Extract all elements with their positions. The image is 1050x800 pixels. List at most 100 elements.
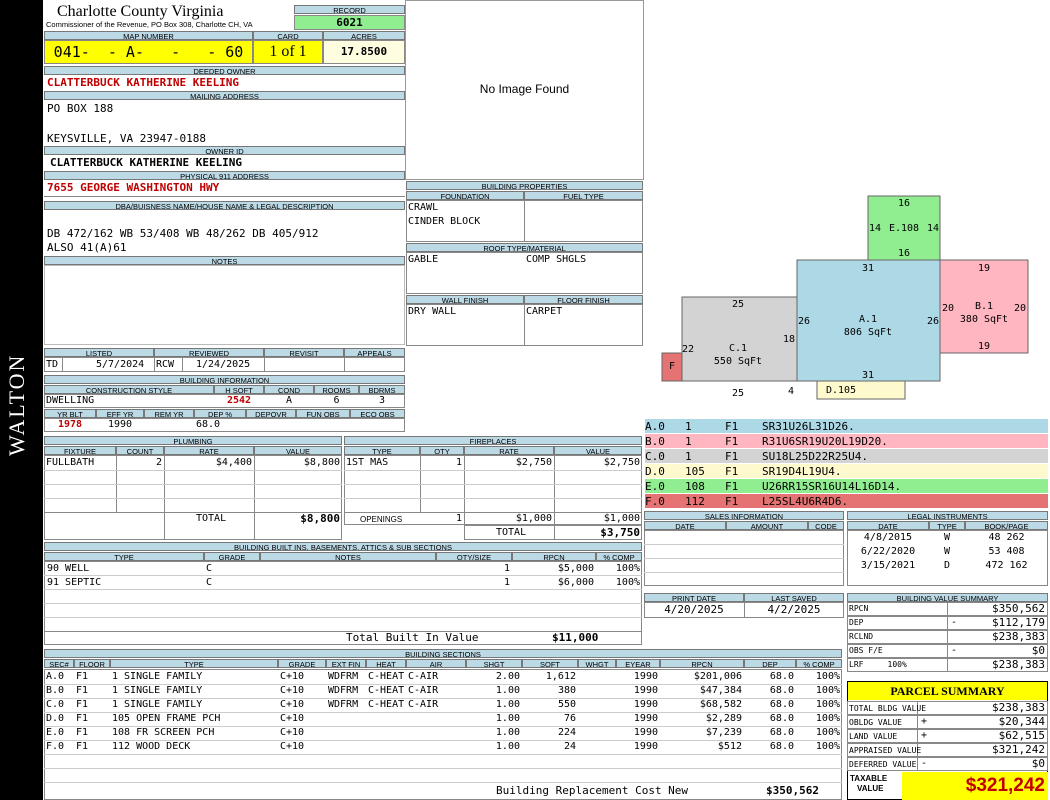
builtin-comp-2: 100% — [615, 577, 640, 588]
value-summary-label: LRF 100% — [849, 660, 907, 669]
section-cell: 68.0 — [769, 671, 794, 682]
value-summary-label: RPCN — [849, 604, 869, 613]
dim-c-top: 25 — [732, 299, 744, 310]
section-cell: D.0 — [46, 713, 65, 724]
builtins-title: BUILDING BUILT INS, BASEMENTS, ATTICS & … — [44, 542, 642, 551]
section-cell: 1 SINGLE FAMILY — [112, 671, 203, 682]
dim-c-four: 4 — [788, 386, 794, 397]
wall-finish-label: WALL FINISH — [406, 295, 524, 304]
sketch-legend-fl: F1 — [725, 495, 739, 508]
dim-a-top: 31 — [862, 263, 874, 274]
section-b-area: 380 SqFt — [960, 314, 1008, 325]
dim-e-right: 14 — [927, 223, 939, 234]
section-cell: C+10 — [280, 727, 305, 738]
section-cell: $2,289 — [705, 713, 742, 724]
sketch-legend-desc: SR31U26L31D26. — [762, 420, 855, 433]
section-cell: 1990 — [633, 727, 658, 738]
taxable-value: $321,242 — [902, 772, 1048, 800]
section-cell: 24 — [563, 741, 576, 752]
district-name: WALTON — [4, 353, 29, 457]
builtin-rpcn-2: $6,000 — [557, 577, 594, 588]
sketch-legend-code: E.0 — [645, 480, 665, 493]
dim-b-bottom: 19 — [978, 341, 990, 352]
section-cell: 1.00 — [495, 713, 520, 724]
section-cell: $201,006 — [693, 671, 742, 682]
sketch-legend-code: D.0 — [645, 465, 665, 478]
building-properties-title: BUILDING PROPERTIES — [406, 181, 643, 190]
section-a-label: A.1 — [859, 314, 877, 325]
legal-date-2: 6/22/2020 — [860, 546, 916, 557]
notes-area — [44, 265, 405, 345]
legal-title: LEGAL INSTRUMENTS — [847, 511, 1048, 520]
section-cell: 1990 — [633, 671, 658, 682]
section-cell: WDFRM — [328, 699, 359, 710]
builtin-grade-header: GRADE — [204, 552, 260, 561]
section-cell: 68.0 — [769, 727, 794, 738]
section-cell: C.0 — [46, 699, 65, 710]
brcn-label: Building Replacement Cost New — [496, 784, 689, 797]
row-divider — [44, 754, 842, 755]
year-built: 1978 — [57, 419, 83, 430]
section-header: FLOOR — [74, 659, 110, 668]
section-cell: C-HEAT — [368, 685, 405, 696]
divider — [947, 658, 948, 672]
sketch-legend-num: 1 — [685, 420, 692, 433]
section-cell: C-AIR — [408, 671, 439, 682]
plumbing-rate-header: RATE — [164, 446, 254, 455]
dim-c-bottom: 25 — [732, 388, 744, 399]
condition: A — [285, 395, 293, 406]
sketch-legend-row: B.0 1 F1 R31U6SR19U20L19D20. — [645, 433, 1048, 448]
plumbing-value: $8,800 — [303, 457, 340, 468]
openings-value: $1,000 — [603, 513, 640, 524]
building-sections-title: BUILDING SECTIONS — [44, 649, 842, 658]
mailing-line-2: KEYSVILLE, VA 23947-0188 — [47, 132, 206, 145]
dim-a-left: 26 — [798, 316, 810, 327]
sketch-legend-fl: F1 — [725, 465, 739, 478]
sketch-legend-num: 105 — [685, 465, 705, 478]
section-cell: WDFRM — [328, 685, 359, 696]
sketch-legend-code: F.0 — [645, 495, 665, 508]
legal-book-header: BOOK/PAGE — [965, 521, 1048, 530]
building-sketch: 31 31 26 26 A.1 806 SqFt 19 19 20 20 B.1… — [661, 195, 1029, 400]
section-c-label: C.1 — [729, 343, 747, 354]
section-b-label: B.1 — [975, 301, 993, 312]
parcel-label: DEFERRED VALUE — [849, 760, 917, 769]
yrblt-label: YR BLT — [44, 409, 96, 418]
section-header: HEAT — [366, 659, 406, 668]
section-cell: 224 — [557, 727, 576, 738]
fireplace-qty: 1 — [455, 457, 462, 468]
sketch-legend-row: F.0 112 F1 L25SL4U6R4D6. — [645, 493, 1048, 508]
legal-type-2: W — [943, 546, 951, 557]
sketch-legend-desc: SR19D4L19U4. — [762, 465, 842, 478]
parcel-sign: + — [921, 730, 928, 741]
section-cell: 68.0 — [769, 741, 794, 752]
brcn-value: $350,562 — [766, 784, 819, 797]
section-cell: $512 — [717, 741, 742, 752]
cond-label: COND — [264, 385, 314, 394]
print-date-label: PRINT DATE — [644, 593, 744, 602]
section-cell: 1.00 — [495, 727, 520, 738]
dim-b-right: 20 — [1014, 303, 1026, 314]
section-f-label: F — [669, 361, 675, 372]
sketch-legend-code: A.0 — [645, 420, 665, 433]
builtin-rpcn-header: RPCN — [512, 552, 596, 561]
sales-amount-header: AMOUNT — [726, 521, 808, 530]
fuel-label: FUEL TYPE — [524, 191, 643, 200]
listed-date: 5/7/2024 — [96, 359, 145, 370]
value-summary-label: RCLND — [849, 632, 874, 641]
taxable-label-2: VALUE — [857, 784, 884, 793]
plumbing-total: $8,800 — [300, 512, 340, 525]
legal-book-3: 472 162 — [985, 560, 1028, 571]
floor-finish-label: FLOOR FINISH — [524, 295, 643, 304]
section-cell: 1 SINGLE FAMILY — [112, 699, 203, 710]
builtin-comp-1: 100% — [615, 563, 640, 574]
sketch-legend-fl: F1 — [725, 435, 739, 448]
section-cell: 100% — [815, 671, 840, 682]
section-cell: 105 OPEN FRAME PCH — [112, 713, 221, 724]
value-summary-value: $238,383 — [992, 630, 1045, 643]
section-cell: 2.00 — [495, 671, 520, 682]
section-cell: 68.0 — [769, 685, 794, 696]
sketch-legend-num: 1 — [685, 450, 692, 463]
section-cell: 550 — [557, 699, 576, 710]
section-header: EYEAR — [616, 659, 660, 668]
